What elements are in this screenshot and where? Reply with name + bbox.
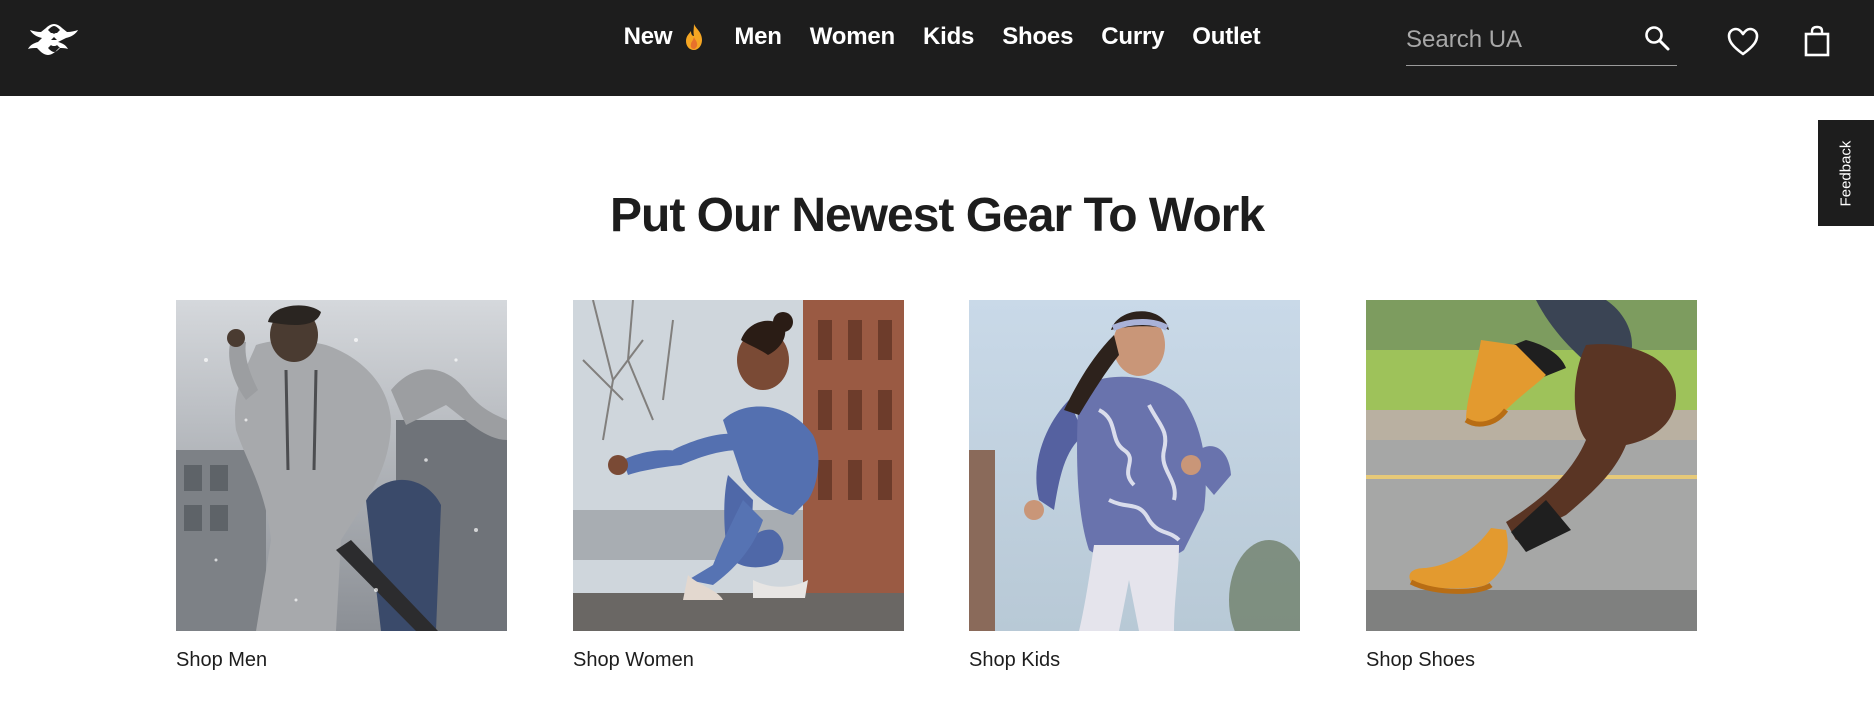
kids-category-photo[interactable] [969, 300, 1300, 631]
nav-item-label: Curry [1101, 23, 1165, 50]
kids-photo-illustration [969, 300, 1300, 631]
category-card-shoes[interactable]: Shop Shoes [1366, 300, 1697, 672]
category-card-kids[interactable]: Shop Kids [969, 300, 1300, 672]
flame-icon [686, 24, 703, 50]
nav-item-shoes[interactable]: Shoes [1002, 23, 1073, 51]
nav-item-label: New [623, 23, 673, 50]
page-headline: Put Our Newest Gear To Work [609, 189, 1265, 242]
nav-item-kids[interactable]: Kids [923, 23, 974, 51]
category-card-grid: Shop Men Shop Women Shop Kids Shop Shoes [176, 300, 1698, 680]
card-label[interactable]: Shop Women [573, 649, 904, 672]
shoes-category-photo[interactable] [1366, 300, 1697, 631]
women-photo-illustration [573, 300, 904, 631]
nav-item-new[interactable]: New [624, 23, 707, 51]
men-photo-illustration [176, 300, 507, 631]
nav-item-label: Shoes [1002, 23, 1074, 50]
nav-item-women[interactable]: Women [810, 23, 895, 51]
nav-item-label: Men [734, 23, 782, 50]
nav-item-label: Outlet [1192, 23, 1261, 50]
search-icon[interactable] [1643, 24, 1671, 52]
nav-item-label: Women [809, 23, 895, 50]
search-box [1406, 14, 1677, 66]
ua-logo-icon[interactable] [22, 22, 86, 62]
nav-item-men[interactable]: Men [734, 23, 782, 51]
shoes-photo-illustration [1366, 300, 1697, 631]
bag-icon[interactable] [1802, 24, 1832, 58]
heart-icon[interactable] [1726, 26, 1760, 58]
men-category-photo[interactable] [176, 300, 507, 631]
card-label[interactable]: Shop Shoes [1366, 649, 1697, 672]
women-category-photo[interactable] [573, 300, 904, 631]
card-label[interactable]: Shop Kids [969, 649, 1300, 672]
card-label[interactable]: Shop Men [176, 649, 507, 672]
nav-item-outlet[interactable]: Outlet [1192, 23, 1260, 51]
nav-item-label: Kids [922, 23, 975, 50]
search-input[interactable] [1406, 25, 1626, 54]
category-card-women[interactable]: Shop Women [573, 300, 904, 672]
nav-item-curry[interactable]: Curry [1101, 23, 1164, 51]
category-card-men[interactable]: Shop Men [176, 300, 507, 672]
